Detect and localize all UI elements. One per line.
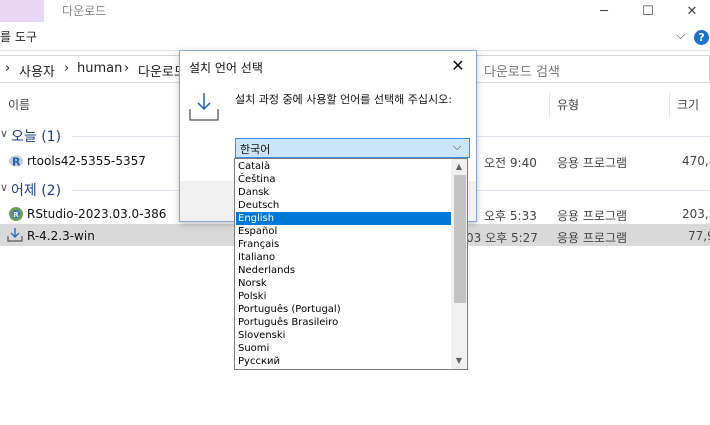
file-name[interactable]: rtools42-5355-5357 bbox=[27, 154, 146, 168]
column-divider[interactable] bbox=[549, 92, 550, 118]
language-option[interactable]: Português Brasileiro bbox=[236, 316, 451, 329]
rstudio-icon: R bbox=[8, 206, 24, 222]
language-option[interactable]: Polski bbox=[236, 290, 451, 303]
language-option[interactable]: Català bbox=[236, 160, 451, 173]
scroll-up-arrow-icon[interactable]: ▲ bbox=[451, 160, 467, 174]
language-select[interactable]: 한국어 ⌵ bbox=[235, 138, 470, 158]
language-option[interactable]: Suomi bbox=[236, 342, 451, 355]
file-date: 오후 5:33 bbox=[484, 209, 537, 223]
file-date: 오전 9:40 bbox=[484, 156, 537, 170]
breadcrumb-users[interactable]: 사용자 bbox=[19, 61, 55, 80]
column-header-type[interactable]: 유형 bbox=[557, 96, 579, 113]
ribbon-tab-tools[interactable]: 를 도구 bbox=[0, 28, 37, 45]
column-header-name[interactable]: 이름 bbox=[8, 96, 30, 113]
language-option[interactable]: Dansk bbox=[236, 186, 451, 199]
close-window-button[interactable]: ✕ bbox=[670, 0, 710, 22]
scroll-down-arrow-icon[interactable]: ▼ bbox=[451, 354, 467, 368]
file-name[interactable]: R-4.2.3-win bbox=[27, 229, 95, 243]
language-option[interactable]: Slovenski bbox=[236, 329, 451, 342]
search-placeholder: 다운로드 검색 bbox=[484, 65, 560, 80]
collapse-chevron-icon[interactable]: ∨ bbox=[0, 127, 8, 140]
breadcrumb-separator: › bbox=[124, 61, 130, 76]
language-option[interactable]: Čeština bbox=[236, 173, 451, 186]
installer-icon bbox=[6, 227, 24, 243]
group-heading-today[interactable]: 오늘 (1) bbox=[11, 126, 61, 146]
r-tools-icon: R bbox=[8, 153, 24, 169]
file-size: 470,8 bbox=[682, 154, 710, 168]
scrollbar-thumb[interactable] bbox=[454, 175, 466, 303]
dialog-title: 설치 언어 선택 bbox=[189, 61, 263, 75]
file-size: 203,2 bbox=[682, 207, 710, 221]
language-select-value: 한국어 bbox=[240, 143, 271, 156]
language-option[interactable]: Español bbox=[236, 225, 451, 238]
group-heading-yesterday[interactable]: 어제 (2) bbox=[11, 180, 61, 200]
ribbon bbox=[0, 22, 710, 50]
language-option[interactable]: Português (Portugal) bbox=[236, 303, 451, 316]
setup-install-icon bbox=[188, 91, 220, 123]
column-divider[interactable] bbox=[669, 92, 670, 118]
language-option[interactable]: Nederlands bbox=[236, 264, 451, 277]
maximize-button[interactable]: ☐ bbox=[626, 0, 670, 22]
language-option[interactable]: Norsk bbox=[236, 277, 451, 290]
language-option[interactable]: Français bbox=[236, 238, 451, 251]
svg-text:R: R bbox=[13, 211, 19, 219]
file-size: 77,9 bbox=[688, 229, 710, 243]
file-date: 03 오후 5:27 bbox=[466, 231, 538, 245]
file-name[interactable]: RStudio-2023.03.0-386 bbox=[27, 207, 166, 221]
dialog-close-button[interactable]: ✕ bbox=[446, 55, 470, 77]
dialog-message: 설치 과정 중에 사용할 언어를 선택해 주십시오: bbox=[235, 93, 452, 106]
file-type: 응용 프로그램 bbox=[557, 231, 628, 245]
window-title: 다운로드 bbox=[62, 4, 107, 18]
titlebar-accent bbox=[0, 0, 44, 22]
chevron-down-icon[interactable]: ⌵ bbox=[453, 140, 461, 154]
language-option[interactable]: Русский bbox=[236, 355, 451, 368]
column-header-size[interactable]: 크기 bbox=[677, 96, 699, 113]
minimize-button[interactable]: ─ bbox=[582, 0, 626, 22]
file-type: 응용 프로그램 bbox=[557, 209, 628, 223]
language-option[interactable]: Deutsch bbox=[236, 199, 451, 212]
language-option[interactable]: English bbox=[236, 212, 451, 225]
breadcrumb-separator: › bbox=[5, 61, 11, 76]
breadcrumb-human[interactable]: human bbox=[77, 61, 122, 76]
breadcrumb-separator: › bbox=[64, 61, 70, 76]
help-icon[interactable]: ? bbox=[694, 30, 709, 45]
svg-text:R: R bbox=[12, 156, 21, 169]
language-dropdown-list[interactable]: Català Čeština Dansk Deutsch English Español F… bbox=[234, 158, 468, 370]
collapse-chevron-icon[interactable]: ∨ bbox=[0, 181, 8, 194]
language-option[interactable]: Italiano bbox=[236, 251, 451, 264]
chevron-down-icon[interactable]: ⌵ bbox=[676, 28, 685, 43]
file-type: 응용 프로그램 bbox=[557, 156, 628, 170]
